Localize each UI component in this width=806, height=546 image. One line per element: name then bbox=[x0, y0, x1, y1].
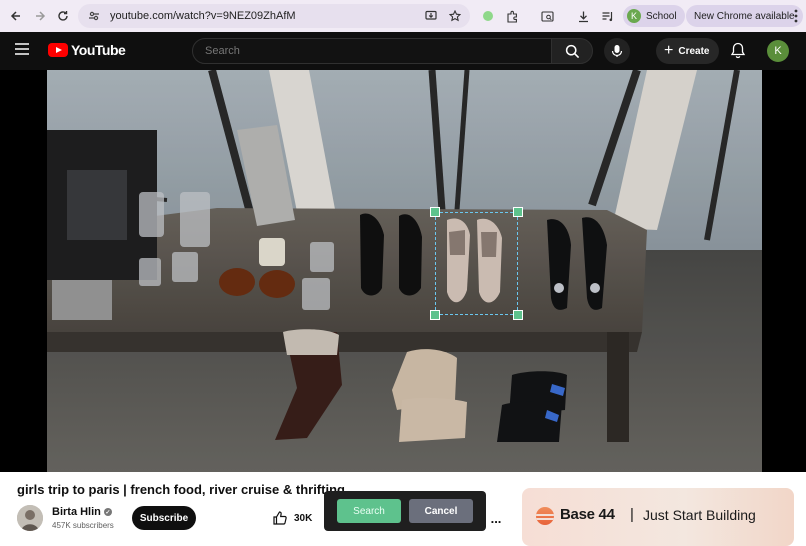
video-title: girls trip to paris | french food, river… bbox=[17, 482, 345, 497]
notifications-bell-icon[interactable] bbox=[730, 42, 748, 60]
channel-name-link[interactable]: Birta Hlin ✓ bbox=[52, 506, 112, 518]
update-label: New Chrome available bbox=[694, 10, 795, 22]
browser-toolbar: youtube.com/watch?v=9NEZ09ZhAfM K School… bbox=[0, 0, 806, 32]
video-player[interactable] bbox=[0, 70, 806, 472]
profile-chip[interactable]: K School bbox=[623, 5, 685, 27]
subscribe-button[interactable]: Subscribe bbox=[132, 506, 196, 530]
selection-cancel-button[interactable]: Cancel bbox=[409, 499, 473, 523]
downloads-icon[interactable] bbox=[573, 6, 593, 26]
youtube-logo[interactable]: YouTube bbox=[48, 42, 126, 58]
reading-list-icon[interactable] bbox=[597, 6, 617, 26]
site-settings-icon[interactable] bbox=[86, 8, 102, 24]
ad-banner[interactable]: Base 44 | Just Start Building bbox=[522, 488, 794, 546]
plus-icon: + bbox=[664, 42, 674, 59]
verified-check-icon: ✓ bbox=[103, 508, 112, 516]
user-avatar[interactable]: K bbox=[767, 40, 789, 62]
search-button[interactable] bbox=[551, 38, 593, 64]
menu-hamburger-icon[interactable] bbox=[14, 42, 34, 60]
ad-brand: Base 44 bbox=[560, 506, 615, 523]
address-bar[interactable]: youtube.com/watch?v=9NEZ09ZhAfM bbox=[78, 4, 470, 28]
ad-separator: | bbox=[630, 506, 634, 523]
selection-handle-top-left[interactable] bbox=[430, 207, 440, 217]
image-selection-box[interactable] bbox=[435, 212, 518, 315]
voice-search-button[interactable] bbox=[604, 38, 630, 64]
selection-handle-top-right[interactable] bbox=[513, 207, 523, 217]
base44-logo-icon bbox=[536, 507, 554, 525]
forward-button[interactable] bbox=[29, 5, 51, 27]
like-button[interactable]: 30K bbox=[264, 506, 320, 530]
create-button[interactable]: + Create bbox=[656, 38, 720, 64]
search-icon bbox=[565, 44, 579, 58]
back-button[interactable] bbox=[5, 5, 27, 27]
channel-name: Birta Hlin bbox=[52, 506, 101, 518]
search-input[interactable] bbox=[205, 45, 551, 57]
profile-label: School bbox=[646, 10, 677, 22]
microphone-icon bbox=[611, 45, 623, 57]
install-app-icon[interactable] bbox=[422, 7, 440, 25]
selection-handle-bottom-right[interactable] bbox=[513, 310, 523, 320]
browser-menu-icon[interactable] bbox=[789, 6, 803, 26]
forward-arrow-icon bbox=[36, 11, 46, 21]
video-still-image bbox=[47, 70, 762, 472]
thumbs-up-icon bbox=[273, 511, 287, 525]
url-text[interactable]: youtube.com/watch?v=9NEZ09ZhAfM bbox=[110, 10, 296, 22]
subscriber-count: 457K subscribers bbox=[52, 521, 114, 530]
update-chrome-button[interactable]: New Chrome available bbox=[686, 5, 803, 27]
extension-status-icon[interactable] bbox=[478, 6, 498, 26]
bookmark-star-icon[interactable] bbox=[446, 7, 464, 25]
youtube-play-logo-icon bbox=[48, 43, 68, 57]
profile-avatar: K bbox=[627, 9, 641, 23]
tab-search-icon[interactable] bbox=[537, 6, 557, 26]
search-box bbox=[192, 38, 552, 64]
back-arrow-icon bbox=[10, 11, 20, 21]
youtube-logo-text: YouTube bbox=[71, 42, 126, 58]
selection-handle-bottom-left[interactable] bbox=[430, 310, 440, 320]
reload-icon bbox=[58, 11, 68, 21]
youtube-header: YouTube + Create K bbox=[0, 32, 806, 70]
channel-avatar[interactable] bbox=[17, 505, 43, 531]
reload-button[interactable] bbox=[52, 5, 74, 27]
selection-search-button[interactable]: Search bbox=[337, 499, 401, 523]
selection-action-bar: Search Cancel bbox=[324, 491, 486, 531]
like-count: 30K bbox=[294, 512, 313, 524]
more-actions-button[interactable]: ... bbox=[486, 508, 506, 528]
video-frame[interactable] bbox=[47, 70, 762, 472]
ad-tagline: Just Start Building bbox=[643, 507, 756, 523]
extensions-puzzle-icon[interactable] bbox=[502, 6, 522, 26]
create-label: Create bbox=[678, 45, 710, 57]
